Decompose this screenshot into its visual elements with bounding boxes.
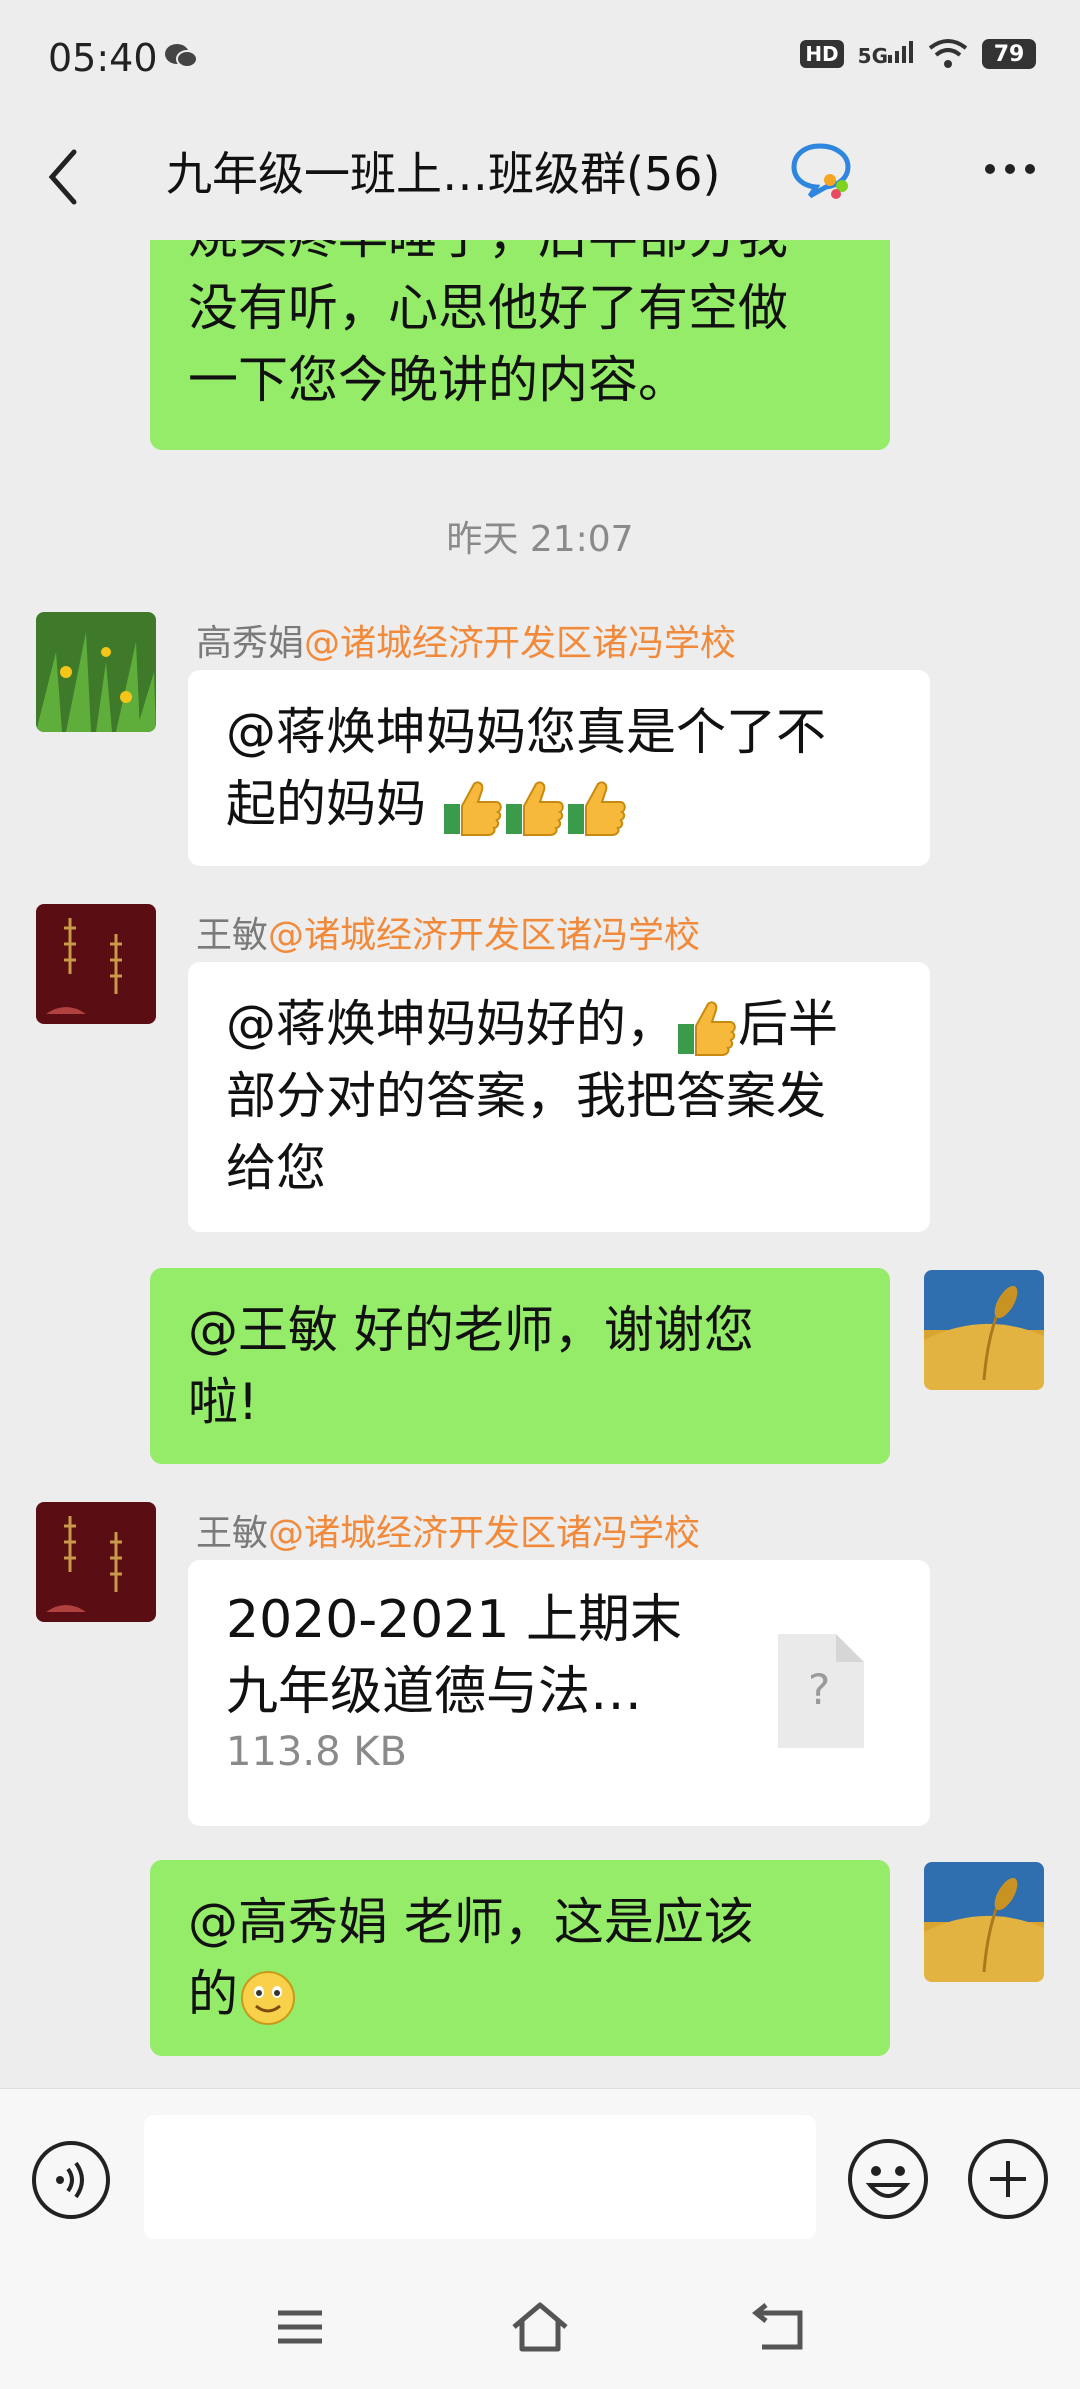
message-text: 的 <box>188 1958 852 2030</box>
message-text: @高秀娟 老师，这是应该 <box>188 1893 754 1951</box>
signal-5g-icon: 5G <box>858 40 914 68</box>
thumbs-up-emoji-icon <box>678 1000 736 1056</box>
avatar-self[interactable] <box>924 1862 1044 1982</box>
message-text: 没有听，心思他好了有空做 <box>188 279 788 337</box>
emoji-picker-icon[interactable] <box>846 2137 930 2221</box>
thumbs-up-emoji-icon <box>505 780 564 836</box>
thumbs-up-emoji-icon <box>443 780 502 836</box>
message-input[interactable] <box>144 2115 816 2239</box>
message-text: 一下您今晚讲的内容。 <box>188 351 688 409</box>
file-message-card[interactable]: 2020-2021 上期末 九年级道德与法… 113.8 KB ? <box>188 1560 930 1826</box>
voice-input-icon[interactable] <box>30 2139 112 2221</box>
message-text: 给您 <box>226 1139 326 1197</box>
menu-nav-icon[interactable] <box>270 2297 330 2357</box>
status-time: 05:40 <box>48 36 158 80</box>
unknown-file-icon: ? <box>778 1634 864 1748</box>
input-bar <box>0 2088 1080 2389</box>
message-list[interactable]: 烧实疼早睡了，后半部分我 没有听，心思他好了有空做 一下您今晚讲的内容。 昨天 … <box>0 240 1080 2088</box>
message-text: @蒋焕坤妈妈好的， 后半 <box>226 988 892 1060</box>
home-nav-icon[interactable] <box>510 2297 570 2357</box>
status-bar: 05:40 HD 5G 79 <box>0 0 1080 118</box>
message-bubble-incoming[interactable]: @蒋焕坤妈妈好的， 后半 部分对的答案，我把答案发 给您 <box>188 962 930 1232</box>
more-options-icon[interactable] <box>980 154 1040 184</box>
chat-title: 九年级一班上…班级群(56) <box>166 147 721 201</box>
message-bubble-incoming[interactable]: @蒋焕坤妈妈您真是个了不 起的妈妈 <box>188 670 930 866</box>
thumbs-up-emoji-icon <box>567 780 626 836</box>
hd-icon: HD <box>800 40 844 68</box>
group-chat-icon[interactable] <box>790 140 856 200</box>
sender-name: 王敏@诸城经济开发区诸冯学校 <box>196 915 701 956</box>
status-icons: HD 5G 79 <box>800 38 1036 70</box>
sender-name: 王敏@诸城经济开发区诸冯学校 <box>196 1513 701 1554</box>
wifi-icon <box>928 39 968 68</box>
smile-emoji-icon <box>241 1970 295 2025</box>
chat-header: 九年级一班上…班级群(56) <box>0 118 1080 240</box>
avatar-self[interactable] <box>924 1270 1044 1390</box>
avatar-wang-min[interactable] <box>36 904 156 1024</box>
message-timestamp: 昨天 21:07 <box>446 519 634 560</box>
sender-name: 高秀娟@诸城经济开发区诸冯学校 <box>196 623 737 664</box>
message-text: @蒋焕坤妈妈您真是个了不 <box>226 703 826 761</box>
message-text: @王敏 好的老师，谢谢您 <box>188 1301 754 1359</box>
message-text: 部分对的答案，我把答案发 <box>226 1067 826 1125</box>
message-text: 啦! <box>188 1373 259 1431</box>
message-bubble-outgoing[interactable]: 烧实疼早睡了，后半部分我 没有听，心思他好了有空做 一下您今晚讲的内容。 <box>150 240 890 450</box>
add-attachment-icon[interactable] <box>966 2137 1050 2221</box>
message-bubble-outgoing[interactable]: @王敏 好的老师，谢谢您 啦! <box>150 1268 890 1464</box>
message-text: 起的妈妈 <box>226 768 892 840</box>
wechat-notification-icon <box>165 44 198 68</box>
back-arrow-icon[interactable] <box>40 142 90 212</box>
message-bubble-outgoing[interactable]: @高秀娟 老师，这是应该 的 <box>150 1860 890 2056</box>
battery-icon: 79 <box>982 39 1036 69</box>
avatar-gao-xiujuan[interactable] <box>36 612 156 732</box>
message-text: 烧实疼早睡了，后半部分我 <box>188 240 852 272</box>
back-nav-icon[interactable] <box>750 2297 810 2357</box>
avatar-wang-min[interactable] <box>36 1502 156 1622</box>
